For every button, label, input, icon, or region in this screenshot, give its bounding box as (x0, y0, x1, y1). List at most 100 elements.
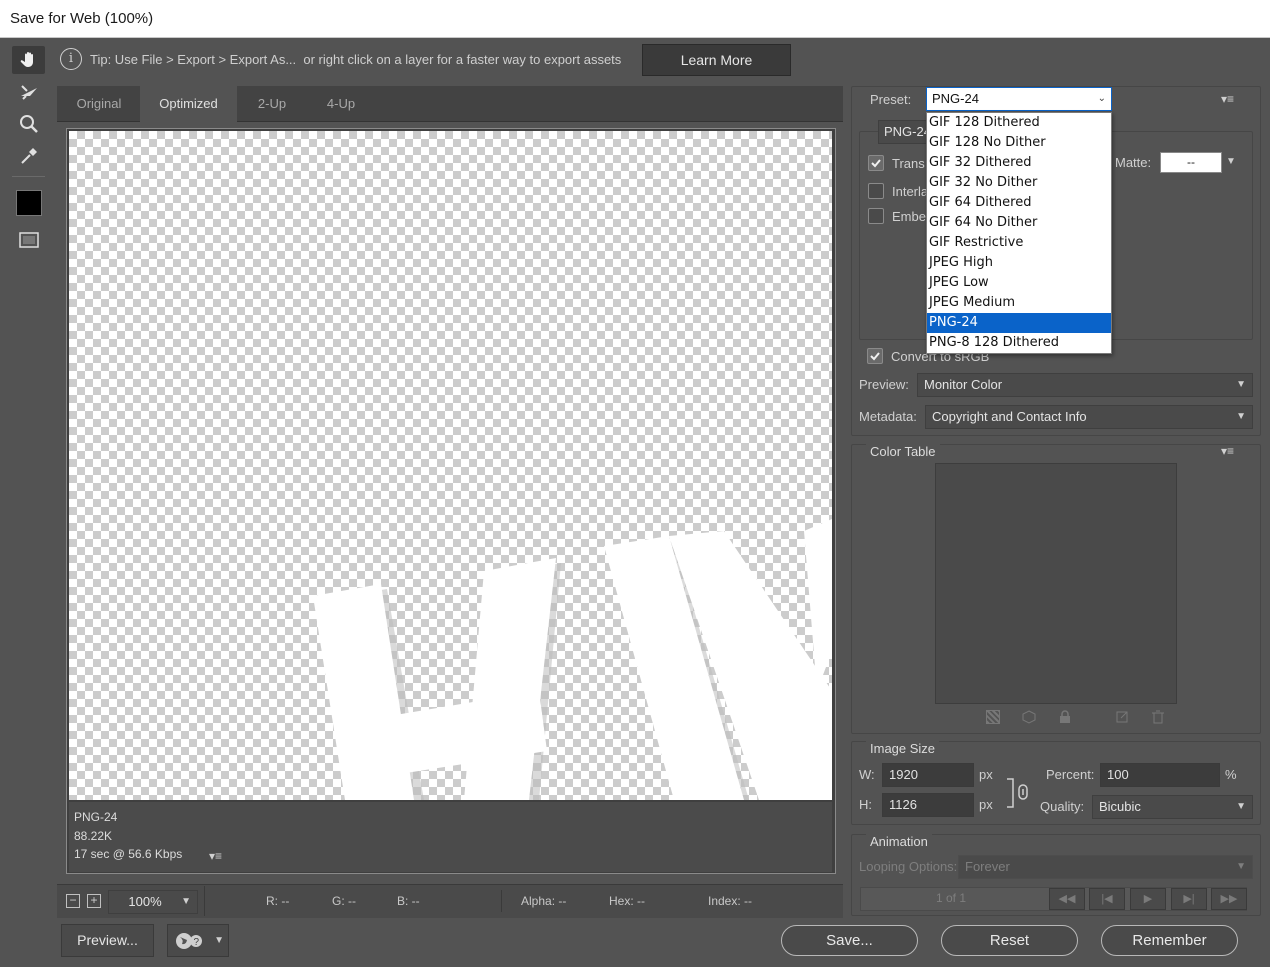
looping-value: Forever (965, 859, 1010, 874)
chevron-down-icon: ▼ (1236, 861, 1246, 872)
preset-select[interactable]: PNG-24 ⌄ (926, 87, 1112, 111)
frame-counter: 1 of 1 (936, 891, 967, 905)
play-button[interactable]: ▶ (1130, 888, 1166, 910)
zoom-select[interactable]: 100% ▼ (108, 890, 198, 914)
quality-select[interactable]: Bicubic ▼ (1092, 795, 1253, 819)
preset-option[interactable]: GIF 64 Dithered (927, 193, 1111, 213)
web-shift-icon[interactable] (986, 710, 1000, 724)
save-button[interactable]: Save... (781, 925, 918, 956)
percent-unit: % (1225, 767, 1237, 782)
transparency-label: Trans (892, 156, 925, 171)
preset-value: PNG-24 (932, 91, 979, 106)
width-input[interactable]: 1920 (882, 763, 974, 787)
info-menu-icon[interactable]: ▾≡ (209, 849, 222, 863)
quality-value: Bicubic (1099, 799, 1141, 814)
tool-column (0, 38, 57, 967)
chevron-down-icon: ▼ (181, 896, 191, 907)
percent-input[interactable]: 100 (1100, 763, 1220, 787)
preset-option[interactable]: GIF Restrictive (927, 233, 1111, 253)
status-divider (501, 890, 502, 912)
tip-text: Tip: Use File > Export > Export As... or… (90, 52, 622, 67)
animation-label: Animation (866, 834, 932, 849)
metadata-select[interactable]: Copyright and Contact Info ▼ (925, 405, 1253, 429)
first-frame-button[interactable]: ◀◀ (1049, 888, 1085, 910)
color-table-menu-icon[interactable]: ▾≡ (1221, 444, 1234, 458)
tab-original[interactable]: Original (62, 86, 136, 122)
toggle-slices-button[interactable] (12, 226, 45, 254)
percent-label: Percent: (1046, 767, 1095, 782)
eyedropper-color-swatch[interactable] (16, 190, 42, 216)
preset-option[interactable]: GIF 64 No Dither (927, 213, 1111, 233)
optimization-info: PNG-24 88.22K 17 sec @ 56.6 Kbps ▾≡ (69, 802, 832, 872)
info-download-time: 17 sec @ 56.6 Kbps (74, 847, 183, 861)
next-frame-button[interactable]: ▶| (1171, 888, 1207, 910)
looping-label: Looping Options: (859, 859, 958, 874)
hand-tool-button[interactable] (12, 46, 45, 74)
readout-alpha: Alpha: -- (521, 894, 567, 908)
eyedropper-tool-button[interactable] (12, 142, 45, 170)
preset-option[interactable]: JPEG High (927, 253, 1111, 273)
zoom-in-button[interactable]: + (87, 894, 101, 908)
convert-srgb-checkbox[interactable] (867, 348, 883, 364)
preview-artwork (313, 519, 832, 800)
zoom-out-button[interactable]: − (66, 894, 80, 908)
zoom-tool-button[interactable] (12, 110, 45, 138)
preview-value: Monitor Color (924, 377, 1003, 392)
learn-more-button[interactable]: Learn More (642, 44, 791, 76)
tab-2-up[interactable]: 2-Up (239, 86, 305, 122)
cube-icon[interactable] (1022, 710, 1036, 724)
tab-optimized[interactable]: Optimized (140, 86, 237, 122)
preview-select[interactable]: Monitor Color ▼ (917, 373, 1253, 397)
color-table[interactable] (935, 463, 1177, 704)
preset-option[interactable]: GIF 128 No Dither (927, 133, 1111, 153)
link-proportions-icon[interactable] (1005, 777, 1031, 809)
chevron-down-icon: ⌄ (1097, 93, 1106, 104)
readout-g: G: -- (332, 894, 356, 908)
embed-profile-checkbox[interactable] (868, 208, 884, 224)
quality-label: Quality: (1040, 799, 1085, 814)
browser-preview-button[interactable]: ? ▼ (167, 924, 229, 957)
checkmark-icon (870, 352, 880, 361)
status-divider (204, 886, 205, 916)
trash-icon[interactable] (1151, 710, 1165, 724)
transparency-checkbox[interactable] (868, 155, 884, 171)
preview-button[interactable]: Preview... (61, 924, 154, 957)
matte-swatch[interactable]: -- (1160, 152, 1222, 173)
slice-select-tool-button[interactable] (12, 78, 45, 106)
readout-r: R: -- (266, 894, 290, 908)
readout-b: B: -- (397, 894, 420, 908)
lock-icon[interactable] (1058, 710, 1072, 724)
width-label: W: (859, 767, 875, 782)
preset-option[interactable]: PNG-8 128 Dithered (927, 333, 1111, 353)
chevron-down-icon[interactable]: ▼ (1226, 156, 1236, 167)
looping-select[interactable]: Forever ▼ (958, 855, 1253, 879)
previous-frame-button[interactable]: |◀ (1089, 888, 1125, 910)
format-select[interactable]: PNG-24 (878, 120, 928, 144)
svg-text:?: ? (194, 937, 200, 948)
preset-option[interactable]: GIF 32 No Dither (927, 173, 1111, 193)
preset-option[interactable]: JPEG Low (927, 273, 1111, 293)
color-table-label: Color Table (866, 444, 940, 459)
preset-option[interactable]: GIF 32 Dithered (927, 153, 1111, 173)
tool-divider (12, 176, 45, 177)
zoom-value: 100% (128, 894, 162, 909)
image-size-label: Image Size (866, 741, 940, 756)
preset-option[interactable]: PNG-24 (927, 313, 1111, 333)
preset-option[interactable]: JPEG Medium (927, 293, 1111, 313)
last-frame-button[interactable]: ▶▶ (1211, 888, 1247, 910)
chevron-down-icon: ▼ (1236, 801, 1246, 812)
eyedropper-icon (20, 148, 37, 164)
optimize-menu-icon[interactable]: ▾≡ (1221, 92, 1234, 106)
preset-option[interactable]: GIF 128 Dithered (927, 113, 1111, 133)
matte-label: Matte: (1115, 155, 1152, 170)
interlaced-checkbox[interactable] (868, 183, 884, 199)
remember-button[interactable]: Remember (1101, 925, 1238, 956)
image-preview[interactable] (69, 131, 832, 800)
reset-button[interactable]: Reset (941, 925, 1078, 956)
chevron-down-icon: ▼ (1236, 379, 1246, 390)
embed-profile-label: Embe (892, 209, 926, 224)
tab-4-up[interactable]: 4-Up (306, 86, 376, 122)
new-color-icon[interactable] (1115, 710, 1129, 724)
chevron-down-icon: ▼ (1236, 411, 1246, 422)
height-input[interactable]: 1126 (882, 793, 974, 817)
